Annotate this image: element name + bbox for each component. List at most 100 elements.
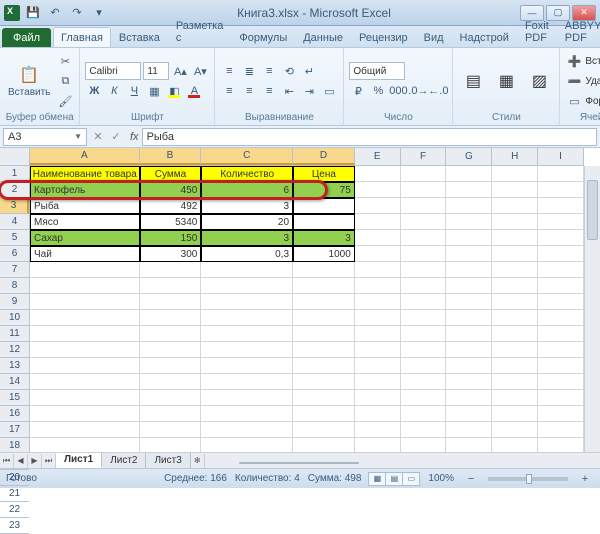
cell-F17[interactable] — [401, 422, 447, 438]
cell-G2[interactable] — [446, 182, 492, 198]
cell-G16[interactable] — [446, 406, 492, 422]
cell-H17[interactable] — [492, 422, 538, 438]
tab-review[interactable]: Рецензир — [351, 27, 416, 47]
cell-E18[interactable] — [355, 438, 401, 452]
cell-G8[interactable] — [446, 278, 492, 294]
cell-B2[interactable]: 450 — [140, 182, 202, 198]
cell-E2[interactable] — [355, 182, 401, 198]
row-header-12[interactable]: 12 — [0, 342, 29, 358]
enter-formula-icon[interactable]: ✓ — [107, 128, 125, 146]
cell-D12[interactable] — [293, 342, 355, 358]
cell-H10[interactable] — [492, 310, 538, 326]
cell-D11[interactable] — [293, 326, 355, 342]
cell-I13[interactable] — [538, 358, 584, 374]
col-header-C[interactable]: C — [201, 148, 293, 165]
cell-H18[interactable] — [492, 438, 538, 452]
cut-icon[interactable]: ✂ — [56, 52, 74, 70]
formula-input[interactable]: Рыба — [142, 128, 597, 146]
cell-G17[interactable] — [446, 422, 492, 438]
increase-decimal-icon[interactable]: .0→ — [409, 82, 427, 100]
cell-I14[interactable] — [538, 374, 584, 390]
undo-icon[interactable]: ↶ — [46, 4, 64, 22]
cell-B1[interactable]: Сумма — [140, 166, 202, 182]
view-page-layout-icon[interactable]: ▤ — [385, 472, 403, 486]
row-header-22[interactable]: 22 — [0, 502, 29, 518]
cell-D18[interactable] — [293, 438, 355, 452]
cell-C17[interactable] — [201, 422, 293, 438]
font-name-combo[interactable]: Calibri — [85, 62, 141, 80]
cell-B12[interactable] — [140, 342, 202, 358]
row-header-20[interactable]: 20 — [0, 470, 29, 486]
view-normal-icon[interactable]: ▦ — [368, 472, 386, 486]
row-header-17[interactable]: 17 — [0, 422, 29, 438]
align-center-icon[interactable]: ≡ — [240, 82, 258, 100]
format-cells-icon[interactable]: ▭ — [565, 92, 583, 110]
cell-I16[interactable] — [538, 406, 584, 422]
cell-H6[interactable] — [492, 246, 538, 262]
cell-B8[interactable] — [140, 278, 202, 294]
cell-F11[interactable] — [401, 326, 447, 342]
cell-F10[interactable] — [401, 310, 447, 326]
cell-F18[interactable] — [401, 438, 447, 452]
cell-I10[interactable] — [538, 310, 584, 326]
tab-file[interactable]: Файл — [2, 28, 51, 47]
cell-F7[interactable] — [401, 262, 447, 278]
tab-page-layout[interactable]: Разметка с — [168, 15, 232, 47]
align-middle-icon[interactable]: ≣ — [240, 62, 258, 80]
cell-G10[interactable] — [446, 310, 492, 326]
tab-addins[interactable]: Надстрой — [452, 27, 517, 47]
italic-button[interactable]: К — [105, 82, 123, 100]
cancel-formula-icon[interactable]: ✕ — [89, 128, 107, 146]
cell-B13[interactable] — [140, 358, 202, 374]
cell-A15[interactable] — [30, 390, 140, 406]
row-header-3[interactable]: 3 — [0, 198, 29, 214]
row-header-15[interactable]: 15 — [0, 390, 29, 406]
cell-H12[interactable] — [492, 342, 538, 358]
align-right-icon[interactable]: ≡ — [260, 82, 278, 100]
cell-B3[interactable]: 492 — [140, 198, 202, 214]
cell-C2[interactable]: 6 — [201, 182, 293, 198]
cell-H8[interactable] — [492, 278, 538, 294]
cell-A18[interactable] — [30, 438, 140, 452]
prev-sheet-icon[interactable]: ◀ — [14, 454, 28, 468]
currency-icon[interactable]: ₽ — [349, 82, 367, 100]
cell-H2[interactable] — [492, 182, 538, 198]
orientation-icon[interactable]: ⟲ — [280, 62, 298, 80]
cell-A17[interactable] — [30, 422, 140, 438]
cell-D8[interactable] — [293, 278, 355, 294]
cell-C16[interactable] — [201, 406, 293, 422]
cell-F12[interactable] — [401, 342, 447, 358]
cell-F5[interactable] — [401, 230, 447, 246]
cell-A5[interactable]: Сахар — [30, 230, 140, 246]
cell-C3[interactable]: 3 — [201, 198, 293, 214]
cell-B10[interactable] — [140, 310, 202, 326]
cell-D14[interactable] — [293, 374, 355, 390]
cell-styles-button[interactable]: ▨ — [524, 68, 554, 94]
tab-foxit[interactable]: Foxit PDF — [517, 15, 557, 47]
wrap-text-icon[interactable]: ↵ — [300, 62, 318, 80]
cell-E13[interactable] — [355, 358, 401, 374]
cell-I12[interactable] — [538, 342, 584, 358]
tab-formulas[interactable]: Формулы — [231, 27, 295, 47]
cell-G11[interactable] — [446, 326, 492, 342]
col-header-H[interactable]: H — [492, 148, 538, 165]
cell-H4[interactable] — [492, 214, 538, 230]
cell-I5[interactable] — [538, 230, 584, 246]
cell-C6[interactable]: 0,3 — [201, 246, 293, 262]
cell-A11[interactable] — [30, 326, 140, 342]
cell-C14[interactable] — [201, 374, 293, 390]
cell-D13[interactable] — [293, 358, 355, 374]
borders-icon[interactable]: ▦ — [145, 82, 163, 100]
cell-I3[interactable] — [538, 198, 584, 214]
cell-I4[interactable] — [538, 214, 584, 230]
cell-A13[interactable] — [30, 358, 140, 374]
fx-icon[interactable]: fx — [130, 131, 139, 143]
cell-I11[interactable] — [538, 326, 584, 342]
cell-B18[interactable] — [140, 438, 202, 452]
insert-cells-icon[interactable]: ➕ — [565, 52, 583, 70]
row-header-5[interactable]: 5 — [0, 230, 29, 246]
cell-G3[interactable] — [446, 198, 492, 214]
cell-A3[interactable]: Рыба — [30, 198, 140, 214]
name-box[interactable]: A3 ▼ — [3, 128, 87, 146]
row-header-7[interactable]: 7 — [0, 262, 29, 278]
